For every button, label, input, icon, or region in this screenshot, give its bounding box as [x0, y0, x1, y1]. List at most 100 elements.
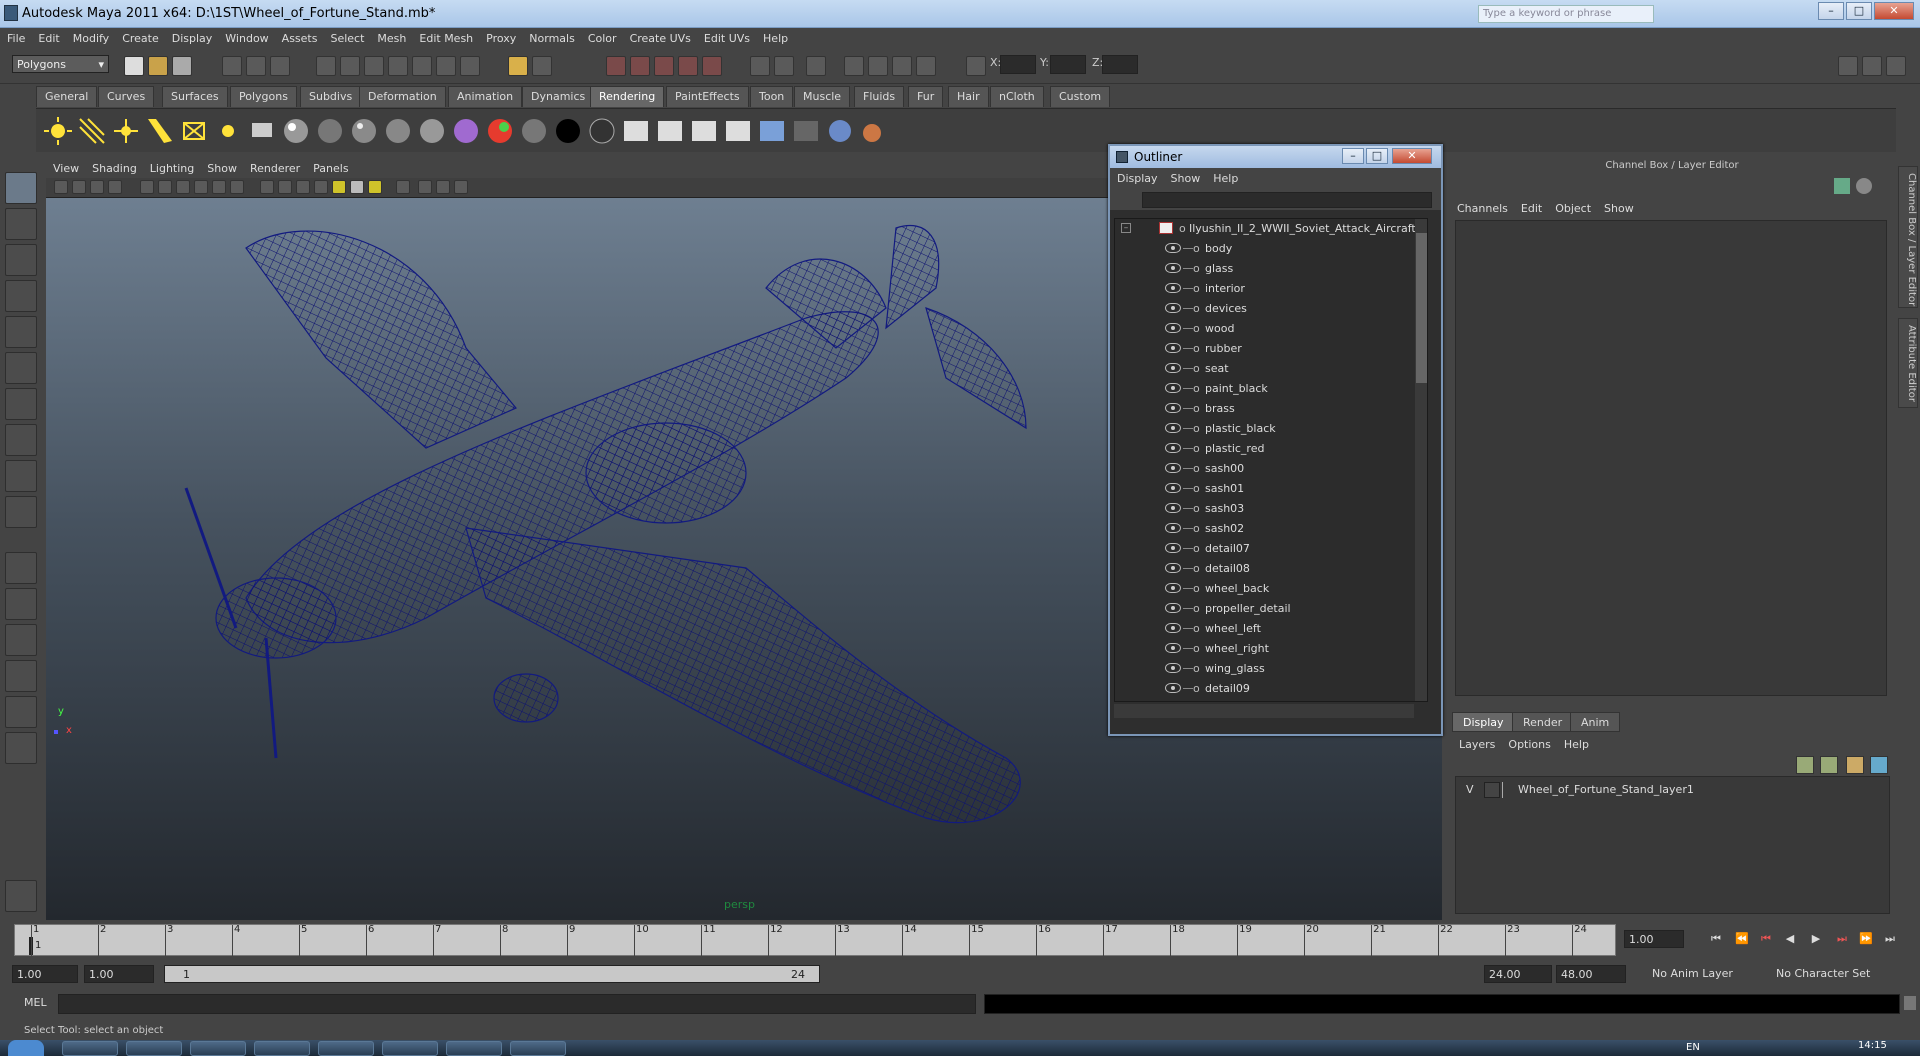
hud-icon[interactable] [454, 180, 468, 194]
menu-proxy[interactable]: Proxy [479, 28, 522, 50]
cb-menu-object[interactable]: Object [1548, 198, 1597, 220]
ipr-render-shelf-icon[interactable] [654, 115, 686, 147]
layer-move-up-icon[interactable] [1846, 756, 1864, 774]
side-tab-channel-box[interactable]: Channel Box / Layer Editor [1898, 166, 1918, 308]
bookmark-icon[interactable] [90, 180, 104, 194]
make-live-icon[interactable] [460, 56, 480, 76]
outliner-item[interactable]: o wing_glass [1115, 659, 1415, 679]
tab-rendering[interactable]: Rendering [590, 86, 665, 107]
command-input[interactable] [58, 994, 976, 1014]
use-default-light-icon[interactable] [332, 180, 346, 194]
outliner-item[interactable]: o sash00 [1115, 459, 1415, 479]
script-editor-icon[interactable] [1904, 996, 1916, 1010]
language-indicator[interactable]: EN [1686, 1042, 1700, 1053]
hypershade-layout-icon[interactable] [5, 732, 37, 764]
maximize-button[interactable]: □ [1846, 2, 1872, 20]
volume-light-icon[interactable] [212, 115, 244, 147]
pick-mask-icon[interactable] [316, 56, 336, 76]
grid-icon[interactable] [140, 180, 154, 194]
render-view-window-icon[interactable] [868, 56, 888, 76]
tab-fluids[interactable]: Fluids [854, 86, 905, 107]
go-to-start-icon[interactable]: ⏮ [1708, 932, 1724, 948]
isolate-select-icon[interactable] [396, 180, 410, 194]
construction-history-icon[interactable] [606, 56, 626, 76]
outliner-item[interactable]: o sash02 [1115, 519, 1415, 539]
layer-row[interactable]: V Wheel_of_Fortune_Stand_layer1 [1458, 781, 1886, 799]
blinn-material-icon[interactable] [280, 115, 312, 147]
film-gate-icon[interactable] [158, 180, 172, 194]
cb-menu-edit[interactable]: Edit [1514, 198, 1548, 220]
ambient-light-icon[interactable] [42, 115, 74, 147]
two-pane-layout-icon[interactable] [5, 624, 37, 656]
range-slider[interactable]: 1 24 [164, 965, 820, 983]
outliner-item[interactable]: o sash01 [1115, 479, 1415, 499]
outliner-item[interactable]: o wheel_left [1115, 619, 1415, 639]
clock[interactable]: 14:15 [1858, 1040, 1887, 1051]
render-settings-icon[interactable] [702, 56, 722, 76]
x-field[interactable] [1000, 55, 1036, 74]
menu-file[interactable]: File [0, 28, 31, 50]
tab-curves[interactable]: Curves [98, 86, 155, 107]
tab-deformation[interactable]: Deformation [359, 86, 446, 107]
lasso-tool-icon[interactable] [5, 208, 37, 240]
tab-general[interactable]: General [36, 86, 98, 107]
gate-mask-icon[interactable] [194, 180, 208, 194]
layer-menu-options[interactable]: Options [1501, 734, 1556, 756]
camera-attributes-icon[interactable] [72, 180, 86, 194]
outliner-maximize-button[interactable]: □ [1366, 148, 1388, 164]
use-all-lights-icon[interactable] [350, 180, 364, 194]
resolution-gate-icon[interactable] [176, 180, 190, 194]
chrome-taskbar-icon[interactable] [62, 1041, 118, 1056]
step-forward-key-icon[interactable]: ⏭ [1834, 932, 1850, 948]
outliner-menu-show[interactable]: Show [1164, 172, 1207, 190]
menu-help[interactable]: Help [756, 28, 794, 50]
lock-icon[interactable] [508, 56, 528, 76]
anim-layer-dropdown[interactable]: No Anim Layer [1648, 965, 1758, 983]
select-tool-icon[interactable] [5, 172, 37, 204]
ramp-shader-icon[interactable] [450, 115, 482, 147]
layered-shader-icon[interactable] [586, 115, 618, 147]
scrollbar-thumb[interactable] [1416, 233, 1427, 383]
minimize-button[interactable]: – [1818, 2, 1844, 20]
outliner-item[interactable]: o brass [1115, 399, 1415, 419]
outliner-close-button[interactable]: ✕ [1392, 148, 1432, 164]
outliner-minimize-button[interactable]: – [1342, 148, 1364, 164]
last-tool-icon[interactable] [5, 496, 37, 528]
safe-action-icon[interactable] [230, 180, 244, 194]
anisotropic-material-icon[interactable] [416, 115, 448, 147]
cb-menu-show[interactable]: Show [1597, 198, 1640, 220]
menu-window[interactable]: Window [218, 28, 274, 50]
play-forwards-icon[interactable]: ▶ [1808, 932, 1824, 948]
outliner-item[interactable]: o devices [1115, 299, 1415, 319]
render-icon[interactable] [620, 115, 652, 147]
new-layer-empty-icon[interactable] [1796, 756, 1814, 774]
area-light-icon[interactable] [178, 115, 210, 147]
layer-menu-layers[interactable]: Layers [1452, 734, 1501, 756]
history-icon[interactable] [532, 56, 552, 76]
outliner-filter-input[interactable] [1142, 192, 1432, 208]
vp-menu-view[interactable]: View [46, 158, 85, 180]
tab-subdivs[interactable]: Subdivs [300, 86, 362, 107]
tab-ncloth[interactable]: nCloth [990, 86, 1044, 107]
menu-edit-mesh[interactable]: Edit Mesh [412, 28, 479, 50]
animation-start-field[interactable]: 1.00 [12, 965, 78, 983]
single-pane-layout-icon[interactable] [5, 552, 37, 584]
surface-shader-icon[interactable] [518, 115, 550, 147]
animation-end-field[interactable]: 48.00 [1556, 965, 1626, 983]
layer-visibility-toggle[interactable]: V [1466, 783, 1474, 796]
step-back-frame-icon[interactable]: ⏪ [1734, 932, 1750, 948]
manipulator-icon[interactable] [1834, 178, 1850, 194]
vp-menu-shading[interactable]: Shading [85, 158, 143, 180]
outliner-item[interactable]: o detail08 [1115, 559, 1415, 579]
directional-light-icon[interactable] [76, 115, 108, 147]
show-manipulator-icon[interactable] [5, 460, 37, 492]
outliner-item[interactable]: o wheel_back [1115, 579, 1415, 599]
textured-icon[interactable] [314, 180, 328, 194]
render-view-shelf-icon[interactable] [790, 115, 822, 147]
render-layer-icon[interactable] [246, 115, 278, 147]
batch-render-icon[interactable] [688, 115, 720, 147]
tab-toon[interactable]: Toon [750, 86, 794, 107]
tab-fur[interactable]: Fur [908, 86, 944, 107]
render-globals-icon[interactable] [806, 56, 826, 76]
tab-custom[interactable]: Custom [1050, 86, 1111, 107]
